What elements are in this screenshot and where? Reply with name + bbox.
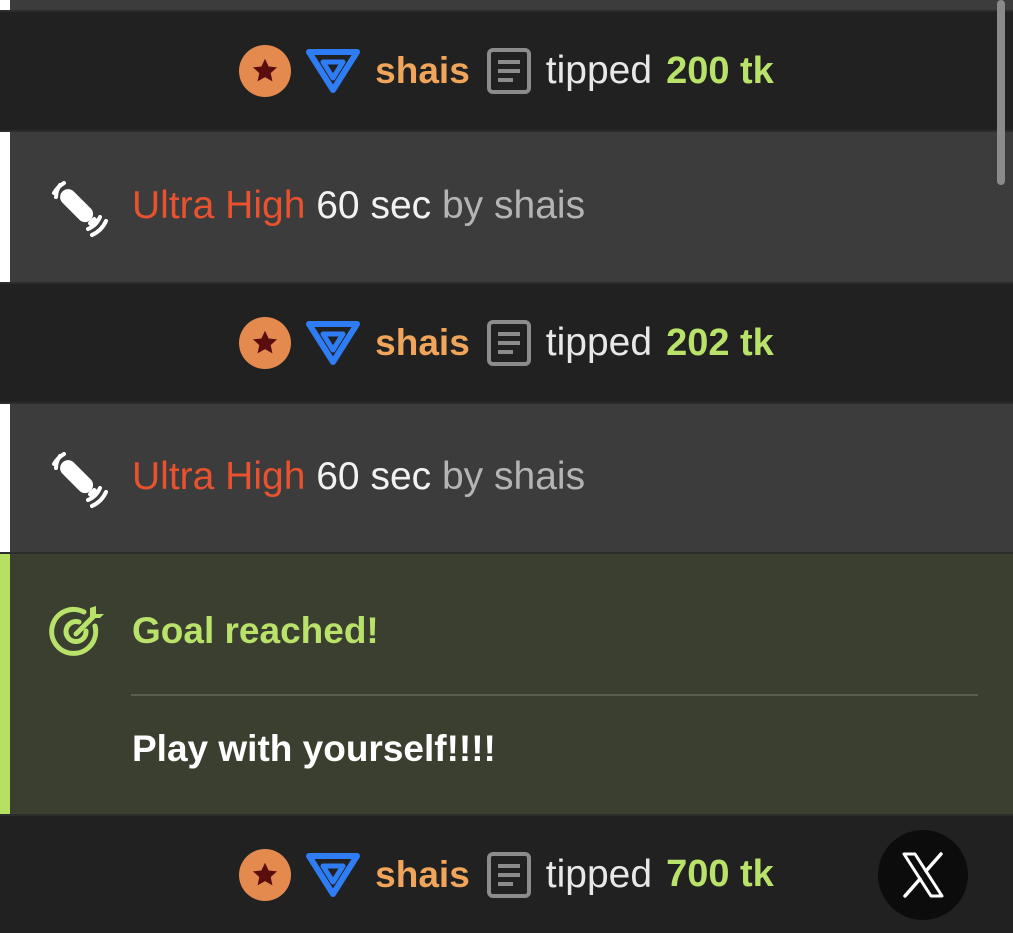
- vibration-level: Ultra High: [132, 184, 306, 227]
- goal-divider: [131, 694, 978, 696]
- star-badge-icon: [239, 317, 292, 369]
- tipper-username[interactable]: shais: [375, 50, 470, 92]
- tip-action-label: tipped: [545, 321, 653, 364]
- tip-amount: 700 tk: [666, 853, 774, 895]
- triangle-rank-icon: [306, 321, 361, 365]
- triangle-rank-icon: [306, 49, 361, 93]
- tip-action-label: tipped: [545, 49, 653, 92]
- vibration-username[interactable]: shais: [494, 455, 585, 498]
- tip-message: shais tipped 200 tk: [0, 12, 1013, 130]
- vibration-by-label: by: [441, 455, 484, 498]
- vibration-username[interactable]: shais: [494, 184, 585, 227]
- vibrator-icon: [52, 452, 108, 508]
- vibrator-icon: [52, 181, 108, 237]
- star-badge-icon: [239, 848, 292, 901]
- vibration-level: Ultra High: [132, 455, 306, 498]
- star-badge-icon: [239, 45, 292, 97]
- partial-message-row: [0, 0, 1013, 10]
- tip-amount: 202 tk: [666, 321, 774, 364]
- x-logo-button[interactable]: [878, 830, 968, 920]
- vibration-duration: 60 sec: [316, 184, 432, 227]
- tip-message: shais tipped 700 tk: [0, 816, 1013, 933]
- vibration-message: Ultra High 60 sec by shais: [0, 132, 1013, 282]
- document-icon[interactable]: [486, 851, 532, 899]
- goal-message: Play with yourself!!!!: [132, 728, 496, 769]
- triangle-rank-icon: [306, 852, 361, 897]
- tip-message: shais tipped 202 tk: [0, 284, 1013, 402]
- document-icon[interactable]: [486, 319, 532, 367]
- tip-action-label: tipped: [545, 852, 653, 896]
- document-icon[interactable]: [486, 47, 532, 95]
- vibration-duration: 60 sec: [316, 455, 432, 498]
- tipper-username[interactable]: shais: [375, 854, 470, 896]
- goal-title: Goal reached!: [132, 610, 379, 651]
- target-icon: [49, 606, 104, 656]
- tip-amount: 200 tk: [666, 49, 774, 92]
- feed-scrollbar[interactable]: [997, 0, 1005, 185]
- vibration-message: Ultra High 60 sec by shais: [0, 404, 1013, 552]
- goal-reached-message: Goal reached! Play with yourself!!!!: [0, 554, 1013, 814]
- chat-feed: shais tipped 200 tk Ultra High 60 sec by…: [0, 0, 1013, 933]
- x-icon: [902, 852, 944, 898]
- tipper-username[interactable]: shais: [375, 322, 470, 364]
- vibration-by-label: by: [441, 184, 484, 227]
